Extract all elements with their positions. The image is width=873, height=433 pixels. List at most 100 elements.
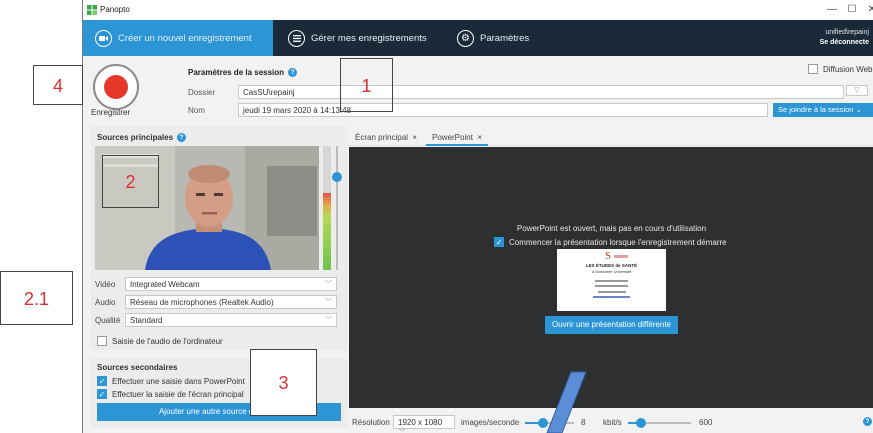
slide-text-line xyxy=(595,285,628,287)
system-audio-checkbox[interactable]: Saisie de l'audio de l'ordinateur xyxy=(97,336,223,346)
slide-text-line xyxy=(595,280,628,282)
name-label: Nom xyxy=(188,106,205,115)
close-icon[interactable]: × xyxy=(477,133,482,142)
tab-manage-recordings[interactable]: Gérer mes enregistrements xyxy=(276,20,441,56)
powerpoint-capture-label: Effectuer une saisie dans PowerPoint xyxy=(112,376,245,386)
resolution-value: 1920 x 1080 xyxy=(398,418,443,427)
annotation-4: 4 xyxy=(33,65,83,105)
chevron-down-icon[interactable]: ▽ xyxy=(846,85,868,96)
checkbox-checked-icon[interactable]: ✓ xyxy=(97,389,107,399)
panopto-window: Panopto — ☐ ✕ Créer un nouvel enregistre… xyxy=(82,0,873,433)
video-label: Vidéo xyxy=(95,280,116,289)
minimize-button[interactable]: — xyxy=(822,2,842,18)
annotation-1: 1 xyxy=(340,58,393,112)
join-session-button[interactable]: Se joindre à la session ⌄ xyxy=(773,103,873,117)
username: unified\repainj xyxy=(825,29,869,36)
slide-thumbnail: S LES ÉTUDES de SANTÉ à Sorbonne Univers… xyxy=(557,249,666,311)
sorbonne-logo: S xyxy=(605,250,612,262)
video-value: Integrated Webcam xyxy=(130,280,200,289)
gear-icon: ⚙ xyxy=(457,29,474,47)
camera-icon xyxy=(95,29,112,47)
slide-text-line xyxy=(598,291,626,293)
annotation-2-1: 2.1 xyxy=(0,271,73,325)
preview-tabs: Écran principal × PowerPoint × xyxy=(349,130,873,146)
close-icon[interactable]: × xyxy=(412,133,417,142)
slide-subtitle: à Sorbonne Université xyxy=(591,269,632,274)
screen-capture-checkbox[interactable]: ✓ Effectuer la saisie de l'écran princip… xyxy=(97,389,244,399)
maximize-button[interactable]: ☐ xyxy=(842,2,862,18)
checkbox-icon[interactable] xyxy=(808,64,818,74)
tab-powerpoint[interactable]: PowerPoint × xyxy=(426,130,489,146)
title-bar: Panopto — ☐ ✕ xyxy=(83,0,873,20)
chevron-down-icon: ﹀ xyxy=(325,299,332,306)
powerpoint-capture-checkbox[interactable]: ✓ Effectuer une saisie dans PowerPoint xyxy=(97,376,245,386)
primary-sources-title: Sources principales? xyxy=(97,133,187,143)
capture-settings-bar: Résolution 1920 x 1080 ﹀ images/seconde … xyxy=(349,410,873,433)
volume-slider[interactable] xyxy=(332,146,342,270)
quality-value: Standard xyxy=(130,316,163,325)
audio-label: Audio xyxy=(95,298,116,307)
webcast-checkbox[interactable]: Diffusion Web xyxy=(808,64,873,74)
quality-label: Qualité xyxy=(95,316,121,325)
audio-level-meter xyxy=(323,146,331,270)
fps-slider-track[interactable] xyxy=(548,422,574,424)
tab-main-screen[interactable]: Écran principal × xyxy=(349,130,423,146)
kbps-slider-knob[interactable] xyxy=(636,418,646,428)
fps-slider-knob[interactable] xyxy=(538,418,548,428)
chevron-down-icon: ﹀ xyxy=(398,428,406,433)
audio-level-fill xyxy=(323,193,331,270)
secondary-sources-title: Sources secondaires xyxy=(97,363,178,372)
session-title-text: Paramètres de la session xyxy=(188,68,285,77)
fps-label: images/seconde xyxy=(461,418,520,427)
volume-slider-knob[interactable] xyxy=(332,172,342,182)
annotation-2: 2 xyxy=(102,155,159,208)
help-icon[interactable]: ? xyxy=(288,68,298,78)
open-other-presentation-button[interactable]: Ouvrir une présentation différente xyxy=(545,316,678,334)
session-settings-title: Paramètres de la session? xyxy=(188,68,298,78)
chevron-down-icon: ﹀ xyxy=(325,281,332,288)
tab-label: Écran principal xyxy=(355,133,408,142)
checkbox-checked-icon[interactable]: ✓ xyxy=(494,237,504,247)
slide-title: LES ÉTUDES de SANTÉ xyxy=(585,263,638,268)
logo-decoration xyxy=(614,255,628,258)
checkbox-icon[interactable] xyxy=(97,336,107,346)
name-field[interactable]: jeudi 19 mars 2020 à 14:13:48 xyxy=(238,103,768,117)
tab-label: Créer un nouvel enregistrement xyxy=(118,32,252,44)
auto-start-label: Commencer la présentation lorsque l'enre… xyxy=(509,237,727,247)
system-audio-label: Saisie de l'audio de l'ordinateur xyxy=(112,336,223,346)
kbps-label: kbit/s xyxy=(603,418,622,427)
resolution-select[interactable]: 1920 x 1080 ﹀ xyxy=(393,415,455,433)
main-nav: Créer un nouvel enregistrement Gérer mes… xyxy=(83,20,873,56)
primary-sources-title-text: Sources principales xyxy=(97,133,174,142)
tab-label: Gérer mes enregistrements xyxy=(311,32,427,44)
checkbox-checked-icon[interactable]: ✓ xyxy=(97,376,107,386)
help-icon[interactable]: ? xyxy=(863,417,872,426)
panopto-logo-icon xyxy=(87,5,97,15)
quality-select[interactable]: Standard ﹀ xyxy=(125,313,337,327)
audio-value: Réseau de microphones (Realtek Audio) xyxy=(130,298,274,307)
close-button[interactable]: ✕ xyxy=(862,2,873,18)
powerpoint-status-message: PowerPoint est ouvert, mais pas en cours… xyxy=(516,224,707,233)
webcast-label: Diffusion Web xyxy=(823,64,873,74)
annotation-3: 3 xyxy=(250,349,317,416)
help-icon[interactable]: ? xyxy=(177,133,187,143)
join-label: Se joindre à la session xyxy=(778,105,854,114)
video-select[interactable]: Integrated Webcam ﹀ xyxy=(125,277,337,291)
tab-create-recording[interactable]: Créer un nouvel enregistrement xyxy=(83,20,273,56)
record-dot-icon xyxy=(104,75,128,99)
record-button[interactable] xyxy=(93,64,139,110)
folder-field[interactable]: CasSU\repainj xyxy=(238,85,844,99)
resolution-label: Résolution xyxy=(352,418,390,427)
powerpoint-preview: PowerPoint est ouvert, mais pas en cours… xyxy=(349,147,873,408)
user-info: unified\repainj Se déconnecte xyxy=(820,28,869,48)
screen-capture-label: Effectuer la saisie de l'écran principal xyxy=(112,389,244,399)
tab-label: Paramètres xyxy=(480,32,530,44)
kbps-value: 600 xyxy=(699,418,713,427)
logout-link[interactable]: Se déconnecte xyxy=(820,38,869,48)
record-label: Enregistrer xyxy=(91,108,131,117)
auto-start-checkbox[interactable]: ✓ Commencer la présentation lorsque l'en… xyxy=(494,237,727,247)
kbps-slider-track[interactable] xyxy=(646,422,691,424)
audio-select[interactable]: Réseau de microphones (Realtek Audio) ﹀ xyxy=(125,295,337,309)
tab-settings[interactable]: ⚙ Paramètres xyxy=(445,20,555,56)
slide-link-line xyxy=(593,296,630,298)
